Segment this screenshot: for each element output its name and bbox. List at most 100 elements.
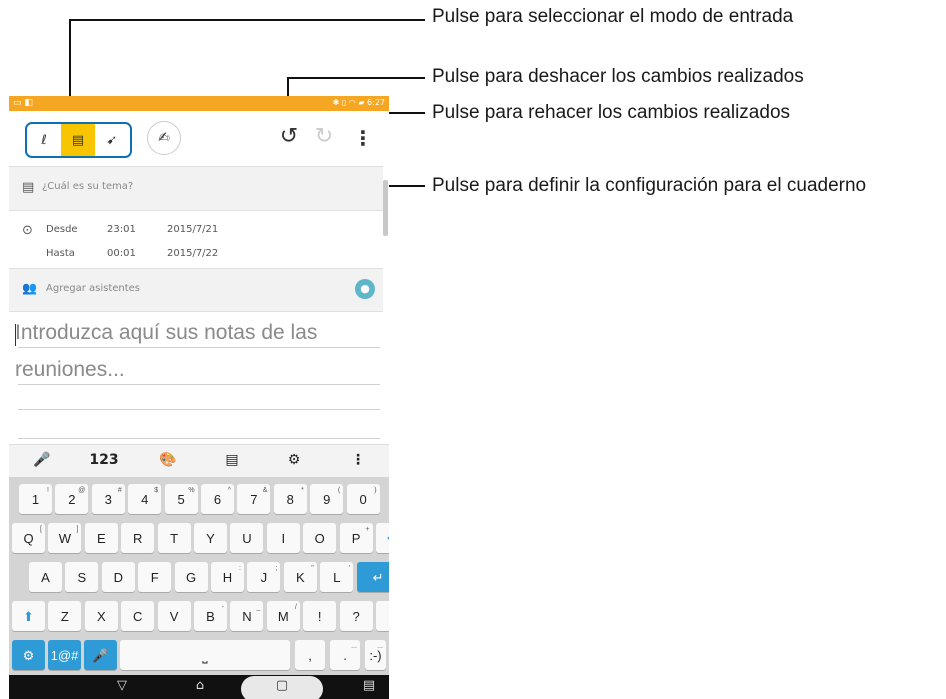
key-3[interactable]: 3 # [91, 484, 125, 514]
microphone-icon[interactable]: 🎤 [27, 452, 57, 468]
to-date[interactable]: 2015/7/22 [167, 248, 218, 259]
key-4[interactable]: 4 $ [128, 484, 162, 514]
key-y[interactable]: Y [194, 523, 227, 553]
key-6[interactable]: 6 ^ [201, 484, 234, 514]
key-7[interactable]: 7 & [237, 484, 271, 514]
ruled-line [18, 347, 380, 348]
key-label: W [58, 531, 72, 546]
key-label: G [186, 570, 197, 585]
key-x[interactable]: X [84, 601, 118, 631]
home-icon[interactable]: ⌂ [185, 678, 215, 693]
recent-apps-icon[interactable]: ▢ [267, 678, 297, 693]
key-8[interactable]: 8 * [273, 484, 307, 514]
notes-area[interactable]: Introduzca aquí sus notas de las reunion… [9, 312, 383, 440]
tablet-screen: ▭ ◧ ✱ ▯ ◠ ▰ 6:27 ℓ ▤ ➹ ✍ ↺ ↻ ⋮ ▤ ¿Cuál e… [9, 96, 389, 699]
key-label: D [113, 570, 123, 585]
people-icon: 👥 [22, 281, 37, 295]
key-alt-char: * [301, 487, 304, 494]
key-i[interactable]: I [266, 523, 300, 553]
key-w[interactable]: W] [48, 523, 82, 553]
key-alt-char: [ [40, 526, 42, 533]
key-k[interactable]: K " [283, 562, 317, 592]
key-r[interactable]: R [121, 523, 155, 553]
key-m[interactable]: M / [266, 601, 300, 631]
key-2[interactable]: 2 @ [55, 484, 89, 514]
key-p[interactable]: P + [339, 523, 373, 553]
keyboard-hide-icon[interactable]: ▤ [354, 678, 384, 693]
key-label: O [314, 531, 325, 546]
key-9[interactable]: 9( [310, 484, 344, 514]
key-o[interactable]: O [303, 523, 337, 553]
key-5[interactable]: 5% [164, 484, 198, 514]
shift-left-key[interactable]: ⬆ [12, 601, 45, 631]
key-n[interactable]: N _ [230, 601, 264, 631]
input-mode-selector: ℓ ▤ ➹ [25, 122, 132, 158]
voice-key[interactable]: 🎤 [84, 640, 117, 670]
topic-row[interactable]: ▤ ¿Cuál es su tema? [9, 166, 383, 211]
key-a[interactable]: A [29, 562, 62, 592]
key-label: 3 [104, 492, 112, 507]
key-b[interactable]: B- [194, 601, 227, 631]
back-icon[interactable]: ▽ [107, 678, 137, 693]
callout-settings: Pulse para definir la configuración para… [432, 175, 867, 196]
redo-button[interactable]: ↻ [311, 123, 337, 151]
key-d[interactable]: D [101, 562, 135, 592]
shift-right-icon: ⬆ [387, 609, 389, 624]
scrollbar-thumb[interactable] [383, 180, 388, 236]
key-q[interactable]: Q[ [12, 523, 45, 553]
space-key[interactable]: ⎵ [120, 640, 290, 670]
keyboard-toolbar: 🎤 123 🎨 ▤ ⚙ ⋮ [9, 444, 389, 478]
keyboard-settings-icon[interactable]: ⚙ [279, 452, 309, 468]
attendees-row[interactable]: 👥 Agregar asistentes ● [9, 268, 383, 312]
key-t[interactable]: T [157, 523, 191, 553]
key-e[interactable]: E [84, 523, 118, 553]
symbols-key[interactable]: 1@# [48, 640, 81, 670]
enter-key[interactable]: ↵ [356, 562, 389, 592]
key-0[interactable]: 0) [346, 484, 380, 514]
key-z[interactable]: Z [48, 601, 82, 631]
pen-mode-button[interactable]: ➹ [95, 124, 129, 156]
theme-palette-icon[interactable]: 🎨 [153, 452, 183, 468]
keyboard-mode-button[interactable]: ▤ [61, 124, 95, 156]
key-label: R [132, 531, 143, 546]
numbers-button[interactable]: 123 [89, 452, 119, 468]
from-date[interactable]: 2015/7/21 [167, 224, 218, 235]
from-time[interactable]: 23:01 [107, 224, 136, 235]
key-![interactable]: ! [303, 601, 337, 631]
keyboard-switch-icon[interactable]: ▤ [217, 452, 247, 468]
key-j[interactable]: J; [247, 562, 281, 592]
key-f[interactable]: F [138, 562, 172, 592]
key-alt-char: $ [154, 487, 159, 494]
key-label: T [170, 531, 179, 546]
voice-icon: 🎤 [92, 648, 109, 663]
key-?[interactable]: ? [339, 601, 373, 631]
overflow-menu-button[interactable]: ⋮ [353, 124, 373, 152]
key-g[interactable]: G [174, 562, 208, 592]
callout-undo: Pulse para deshacer los cambios realizad… [432, 66, 804, 87]
key-s[interactable]: S [65, 562, 99, 592]
add-attendee-button[interactable]: ● [355, 279, 375, 299]
key-c[interactable]: C [121, 601, 155, 631]
handwriting-mode-button[interactable]: ℓ [27, 124, 61, 156]
keyboard-settings-key[interactable]: ⚙ [12, 640, 45, 670]
smiley-key[interactable]: :-)... [365, 640, 386, 670]
key-alt-char: _ [256, 604, 261, 611]
key-alt-char: ] [76, 526, 79, 533]
key-label: H [222, 570, 233, 585]
key-label: 8 [286, 492, 294, 507]
key-alt-char: ( [337, 487, 341, 494]
topic-icon: ▤ [22, 180, 35, 195]
key-v[interactable]: V [157, 601, 191, 631]
backspace-key[interactable]: ⌫ [376, 523, 389, 553]
keyboard-more-icon[interactable]: ⋮ [343, 452, 373, 468]
pen-settings-button[interactable]: ✍ [147, 121, 181, 155]
key-h[interactable]: H: [211, 562, 244, 592]
comma-key[interactable]: , [295, 640, 325, 670]
key-1[interactable]: 1! [19, 484, 52, 514]
shift-right-key[interactable]: ⬆ [376, 601, 389, 631]
undo-button[interactable]: ↺ [276, 123, 302, 151]
period-key[interactable]: .... [330, 640, 360, 670]
key-u[interactable]: U [230, 523, 264, 553]
to-time[interactable]: 00:01 [107, 248, 136, 259]
key-l[interactable]: L ' [320, 562, 354, 592]
